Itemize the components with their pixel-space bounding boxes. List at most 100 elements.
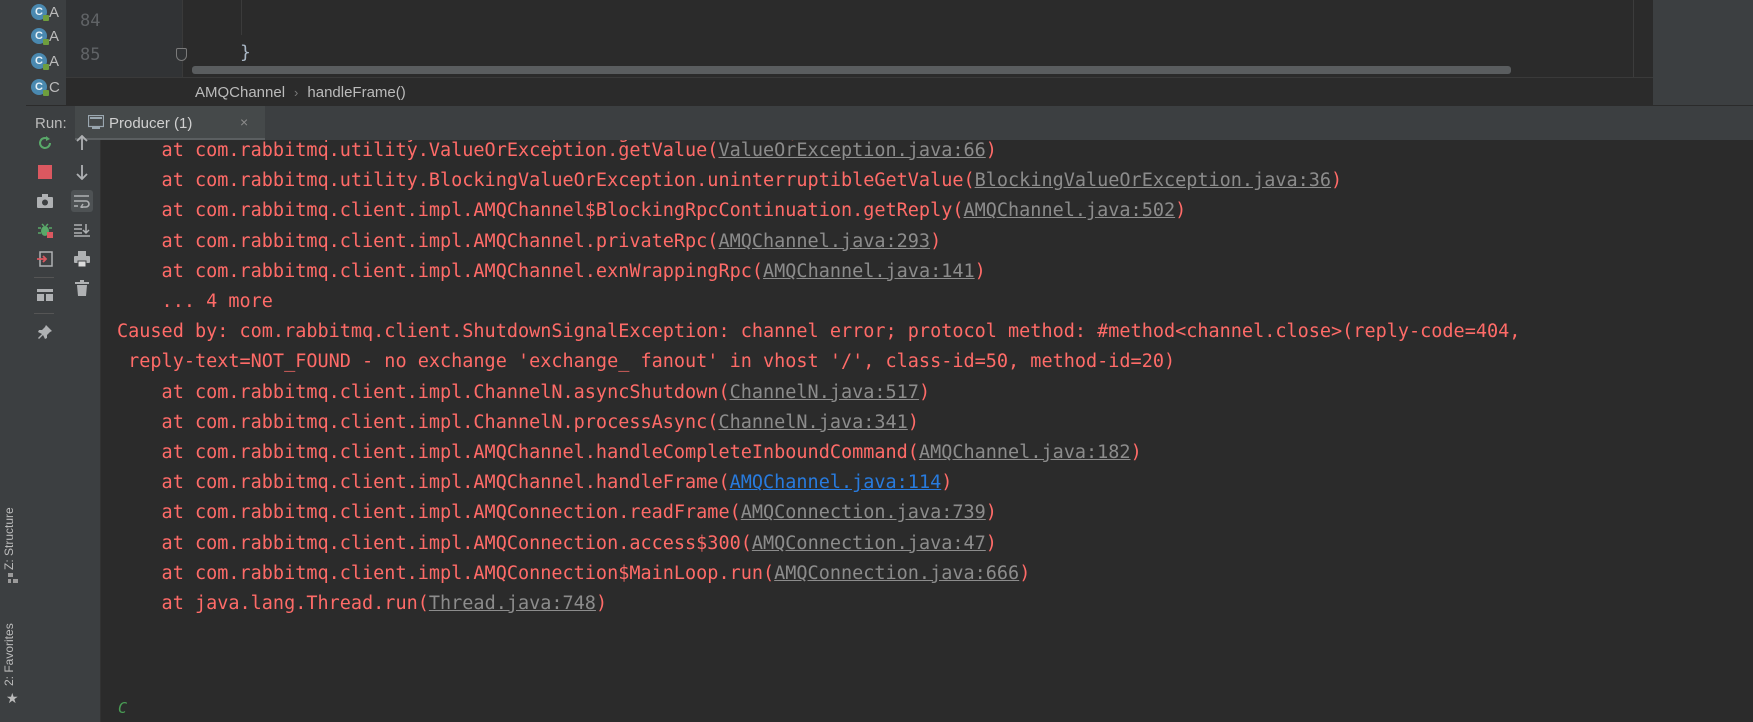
source-link[interactable]: AMQChannel.java:141 bbox=[763, 261, 975, 282]
exit-icon bbox=[37, 251, 53, 267]
indent-guide bbox=[241, 0, 242, 35]
toolbar-separator bbox=[34, 313, 54, 314]
console-line: at com.rabbitmq.utility.BlockingValueOrE… bbox=[117, 170, 1343, 192]
source-link[interactable]: AMQChannel.java:502 bbox=[963, 200, 1175, 221]
console-line: at com.rabbitmq.client.impl.ChannelN.pro… bbox=[117, 412, 919, 433]
line-number: 84 bbox=[80, 11, 101, 31]
right-margin-guide bbox=[1633, 0, 1634, 77]
editor-right-area bbox=[1653, 0, 1753, 105]
console-line-text: at com.rabbitmq.client.impl.AMQChannel.h… bbox=[117, 472, 730, 494]
tree-item-label: A bbox=[49, 52, 60, 70]
console-line-text: at com.rabbitmq.client.impl.AMQChannel.e… bbox=[117, 260, 764, 282]
console-line-text: at com.rabbitmq.client.impl.AMQConnectio… bbox=[117, 532, 752, 554]
console-line-suffix: ) bbox=[907, 411, 919, 433]
console-line-suffix: ) bbox=[985, 140, 997, 161]
line-gutter: 84 85 bbox=[66, 0, 187, 77]
source-link[interactable]: ChannelN.java:341 bbox=[718, 412, 907, 433]
source-link[interactable]: AMQConnection.java:47 bbox=[752, 533, 986, 554]
layout-button[interactable] bbox=[34, 284, 56, 306]
source-link[interactable]: AMQChannel.java:182 bbox=[919, 442, 1131, 463]
rerun-button[interactable] bbox=[34, 132, 56, 154]
console-line-suffix: ) bbox=[1130, 442, 1142, 463]
fold-icon[interactable] bbox=[176, 48, 187, 61]
rerun-icon bbox=[39, 136, 51, 149]
tree-item-label: A bbox=[49, 27, 60, 45]
source-link[interactable]: AMQChannel.java:293 bbox=[718, 231, 930, 252]
console-line: at com.rabbitmq.client.impl.AMQConnectio… bbox=[117, 502, 997, 523]
console-line: at com.rabbitmq.client.impl.AMQChannel.e… bbox=[117, 261, 986, 282]
pin-icon bbox=[38, 325, 52, 339]
console-line-text: at com.rabbitmq.client.impl.AMQChannel$B… bbox=[117, 200, 964, 222]
tree-item-label: C bbox=[49, 78, 60, 96]
tree-item[interactable]: C A bbox=[31, 26, 59, 46]
console-line: at java.lang.Thread.run(Thread.java:748) bbox=[117, 593, 608, 614]
console-line: at com.rabbitmq.client.impl.AMQChannel.h… bbox=[117, 472, 953, 494]
console-output[interactable]: at com.rabbitmq.utility.ValueOrException… bbox=[101, 140, 1753, 722]
source-link[interactable]: AMQConnection.java:739 bbox=[741, 502, 986, 523]
console-line: ... 4 more bbox=[117, 291, 273, 312]
console-line-suffix: ) bbox=[974, 260, 986, 282]
source-link[interactable]: AMQConnection.java:666 bbox=[774, 563, 1019, 584]
stop-button[interactable] bbox=[34, 161, 56, 183]
tree-item[interactable]: C C bbox=[31, 77, 60, 97]
run-tab-label: Producer (1) bbox=[109, 115, 193, 132]
debug-button[interactable] bbox=[34, 219, 56, 241]
console-line-suffix: ) bbox=[941, 472, 953, 494]
scroll-to-end-button[interactable] bbox=[71, 219, 93, 241]
class-icon: C bbox=[31, 4, 49, 21]
star-icon: ★ bbox=[6, 690, 19, 706]
console-line-text: reply-text=NOT_FOUND - no exchange 'exch… bbox=[117, 351, 1176, 373]
code-editor[interactable]: 84 85 } bbox=[66, 0, 1653, 77]
console-line-suffix: ) bbox=[1175, 200, 1187, 222]
console-line-text: Caused by: com.rabbitmq.client.ShutdownS… bbox=[117, 321, 1521, 343]
source-link[interactable]: Thread.java:748 bbox=[429, 593, 596, 614]
run-panel-header: Run: Producer (1) × bbox=[26, 105, 1753, 141]
code-text: } bbox=[240, 42, 251, 63]
breadcrumb-separator: › bbox=[294, 84, 299, 100]
class-icon: C bbox=[31, 79, 49, 96]
source-link[interactable]: ValueOrException.java:66 bbox=[718, 140, 985, 161]
side-tool-strip: Z: Structure ★ 2: Favorites bbox=[0, 0, 27, 722]
structure-icon bbox=[8, 573, 18, 583]
scroll-up-button[interactable] bbox=[71, 132, 93, 154]
tree-item[interactable]: C A bbox=[31, 2, 59, 22]
clear-button[interactable] bbox=[71, 277, 93, 299]
toolbar-separator bbox=[34, 277, 54, 278]
structure-tab[interactable]: Z: Structure bbox=[2, 507, 16, 570]
screenshot-button[interactable] bbox=[34, 190, 56, 212]
console-line-text: at com.rabbitmq.client.impl.AMQChannel.p… bbox=[117, 230, 719, 252]
console-line-text: at com.rabbitmq.client.impl.ChannelN.asy… bbox=[117, 381, 730, 403]
console-line-text: at com.rabbitmq.client.impl.AMQChannel.h… bbox=[117, 442, 919, 463]
console-line: reply-text=NOT_FOUND - no exchange 'exch… bbox=[117, 351, 1175, 372]
console-line-text: at com.rabbitmq.utility.ValueOrException… bbox=[117, 140, 719, 161]
scroll-down-button[interactable] bbox=[71, 161, 93, 183]
source-link[interactable]: BlockingValueOrException.java:36 bbox=[975, 170, 1331, 191]
soft-wrap-button[interactable] bbox=[71, 190, 93, 212]
project-tree: C A C A C A C C bbox=[26, 0, 66, 105]
pin-button[interactable] bbox=[34, 321, 56, 343]
console-line-text: at com.rabbitmq.client.impl.AMQConnectio… bbox=[117, 502, 741, 524]
tree-item[interactable]: C A bbox=[31, 51, 59, 71]
debug-icon bbox=[38, 223, 53, 238]
breadcrumb-class[interactable]: AMQChannel bbox=[195, 84, 285, 101]
exit-button[interactable] bbox=[34, 248, 56, 270]
console-line: at com.rabbitmq.client.impl.AMQChannel$B… bbox=[117, 200, 1187, 222]
breadcrumb-method[interactable]: handleFrame() bbox=[307, 84, 405, 101]
tree-item-label: A bbox=[49, 3, 60, 21]
console-line-suffix: ) bbox=[1331, 170, 1343, 192]
close-icon[interactable]: × bbox=[240, 114, 248, 130]
console-line: at com.rabbitmq.client.impl.AMQChannel.p… bbox=[117, 230, 942, 252]
arrow-up-icon bbox=[76, 135, 88, 150]
print-button[interactable] bbox=[71, 248, 93, 270]
breadcrumb: AMQChannel › handleFrame() bbox=[66, 77, 1653, 106]
source-link[interactable]: AMQChannel.java:114 bbox=[730, 472, 942, 493]
console-icon bbox=[88, 115, 104, 129]
horizontal-scrollbar[interactable] bbox=[192, 66, 1511, 74]
layout-icon bbox=[37, 289, 53, 301]
source-link[interactable]: ChannelN.java:517 bbox=[730, 382, 919, 403]
console-line-text: at com.rabbitmq.client.impl.AMQConnectio… bbox=[117, 562, 775, 584]
console-line-text: at com.rabbitmq.client.impl.ChannelN.pro… bbox=[117, 411, 719, 433]
favorites-tab[interactable]: 2: Favorites bbox=[2, 623, 16, 686]
run-tab-producer[interactable]: Producer (1) × bbox=[75, 106, 265, 141]
class-icon: C bbox=[31, 28, 49, 45]
